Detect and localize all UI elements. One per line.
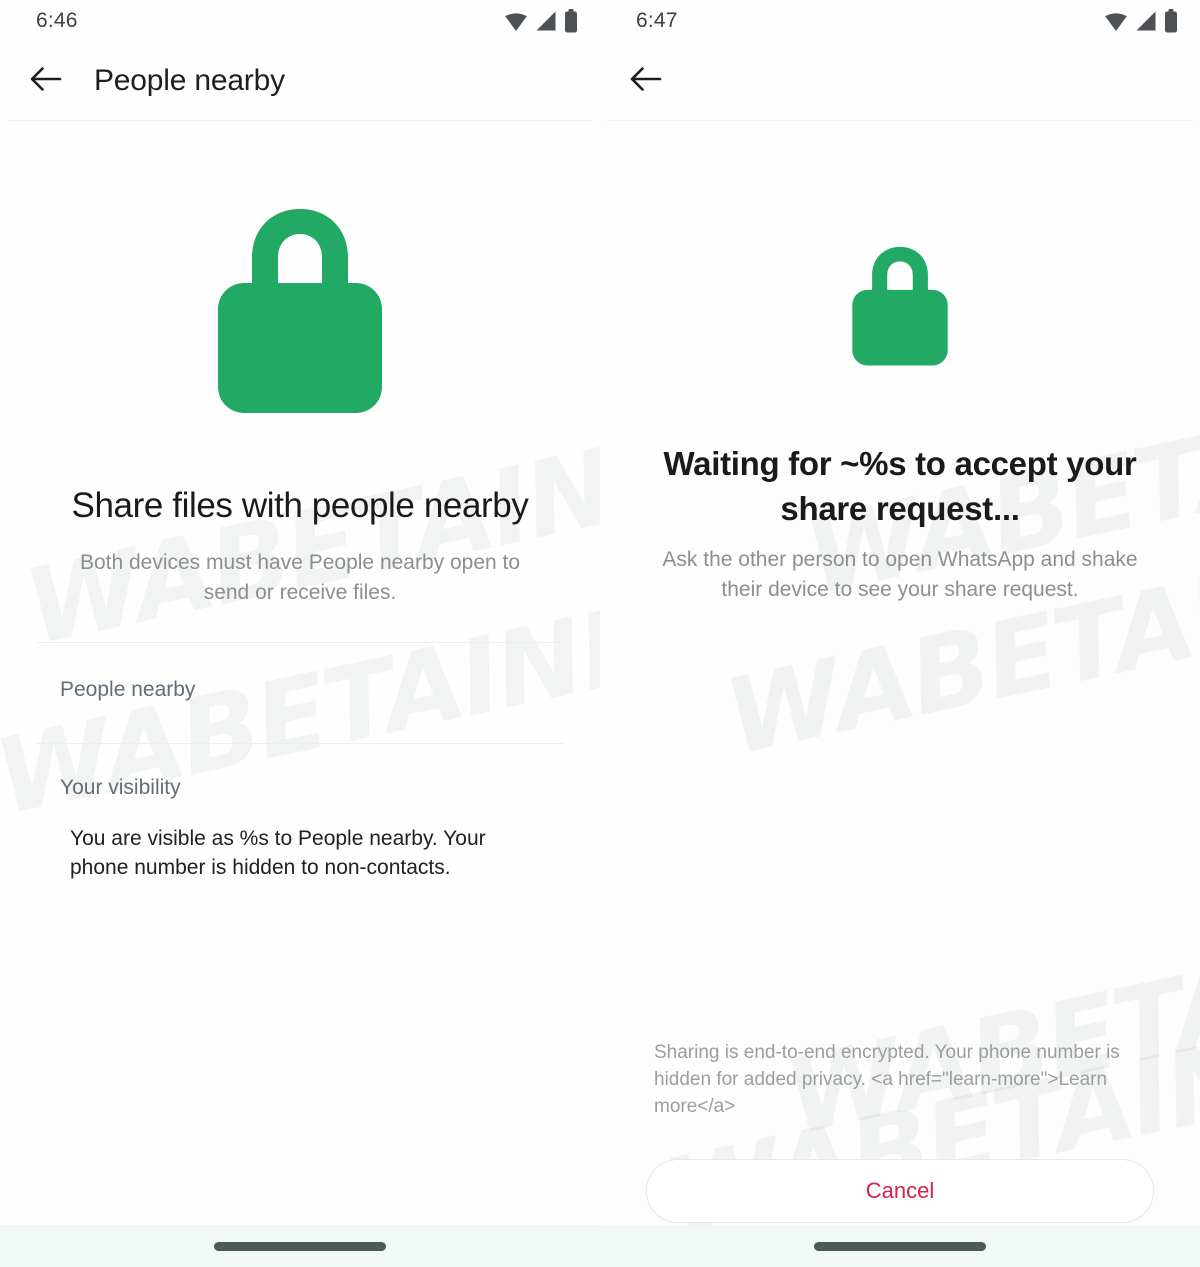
status-bar-clock: 6:46 — [36, 9, 78, 32]
left-screen-content: Share files with people nearby Both devi… — [0, 121, 600, 1225]
hero-icon-wrap — [600, 121, 1200, 374]
encryption-footer-note: Sharing is end-to-end encrypted. Your ph… — [654, 1042, 1120, 1118]
wifi-icon — [1104, 10, 1128, 32]
gesture-pill[interactable] — [214, 1241, 386, 1251]
cellular-signal-icon — [1135, 10, 1157, 32]
lock-icon — [214, 199, 386, 424]
cancel-button[interactable]: Cancel — [646, 1159, 1154, 1223]
gesture-pill[interactable] — [814, 1241, 986, 1251]
hero-title: Share files with people nearby — [71, 486, 529, 525]
status-bar-icons — [1104, 9, 1178, 33]
status-bar: 6:46 — [0, 0, 600, 42]
back-button[interactable] — [24, 59, 68, 103]
wifi-icon — [504, 10, 528, 32]
visibility-description: You are visible as %s to People nearby. … — [70, 826, 486, 880]
app-bar — [600, 42, 1200, 120]
row-spacer — [0, 702, 600, 743]
back-arrow-icon — [30, 65, 62, 98]
hero-title: Waiting for ~%s to accept your share req… — [663, 445, 1137, 527]
lock-icon — [850, 241, 950, 374]
section-heading-your-visibility: Your visibility — [60, 775, 181, 799]
system-navigation-bar — [600, 1225, 1200, 1267]
hero-subtitle: Both devices must have People nearby ope… — [79, 551, 521, 604]
left-phone-screen: WABETAINFO WABETAINFO 6:46 People nearby… — [0, 0, 600, 1267]
dual-screenshot-container: WABETAINFO WABETAINFO 6:46 People nearby… — [0, 0, 1200, 1267]
cellular-signal-icon — [535, 10, 557, 32]
app-bar: People nearby — [0, 42, 600, 120]
back-arrow-icon — [630, 65, 662, 98]
list-item-people-nearby[interactable]: People nearby — [0, 643, 600, 702]
system-navigation-bar — [0, 1225, 600, 1267]
status-bar-clock: 6:47 — [636, 9, 678, 32]
page-title: People nearby — [94, 64, 285, 97]
battery-icon — [1164, 9, 1178, 33]
back-button[interactable] — [624, 59, 668, 103]
status-bar-icons — [504, 9, 578, 33]
battery-icon — [564, 9, 578, 33]
right-phone-screen: WABETAINFO WABETAINFO WABETAINFO WABETAI… — [600, 0, 1200, 1267]
hero-subtitle: Ask the other person to open WhatsApp an… — [662, 548, 1138, 601]
hero-icon-wrap — [0, 121, 600, 424]
status-bar: 6:47 — [600, 0, 1200, 42]
cancel-button-label: Cancel — [865, 1178, 935, 1203]
